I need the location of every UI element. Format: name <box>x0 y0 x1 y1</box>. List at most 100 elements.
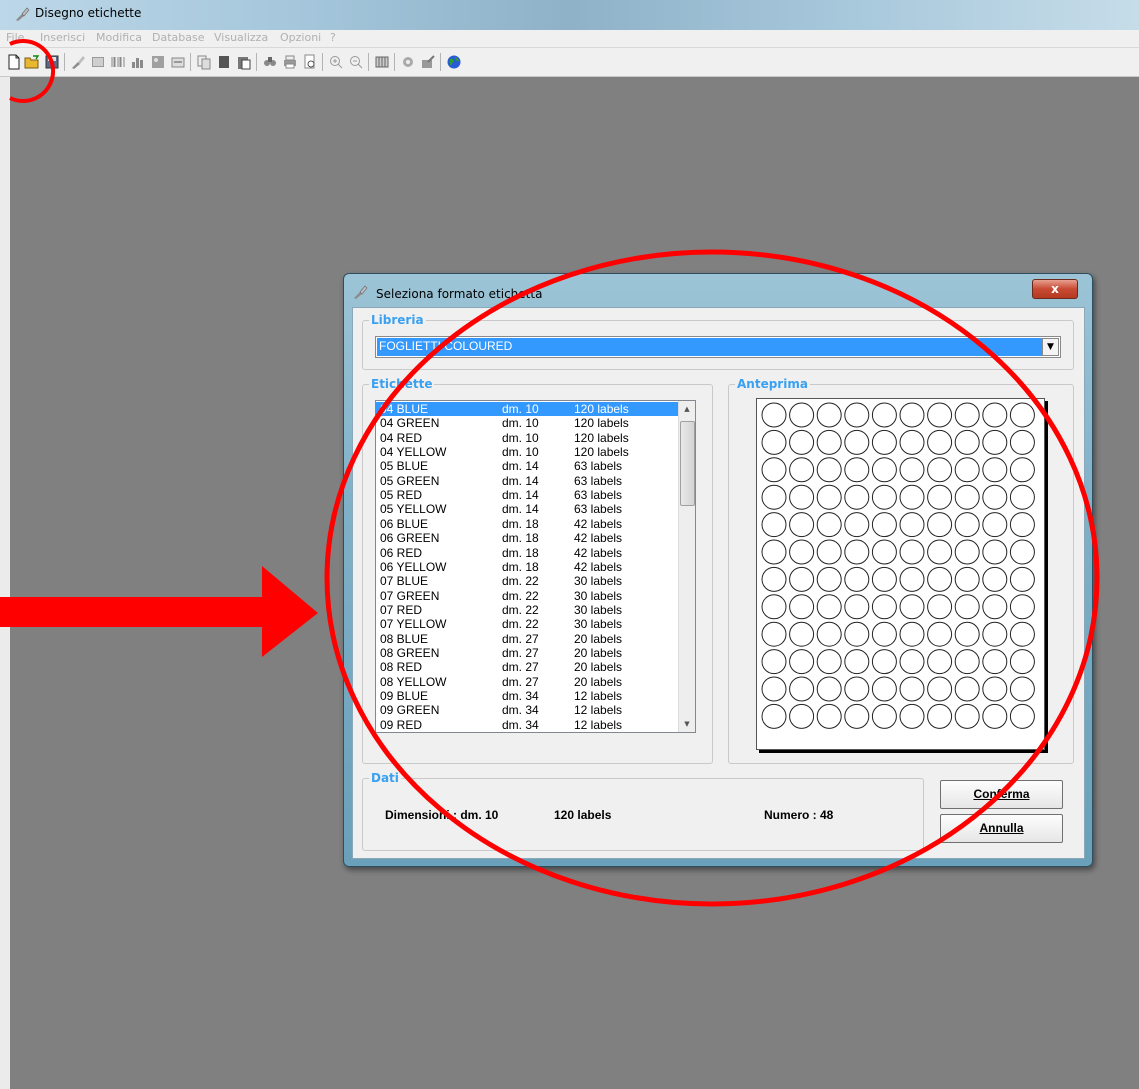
label-circle <box>899 512 925 538</box>
list-item[interactable]: 07 BLUE dm. 22 30 labels <box>376 574 679 588</box>
label-circle <box>982 621 1008 647</box>
copy-icon[interactable] <box>196 54 212 70</box>
zoom-in-icon[interactable] <box>328 54 344 70</box>
picture-icon[interactable] <box>150 54 166 70</box>
scroll-thumb[interactable] <box>680 421 695 506</box>
label-circle <box>927 484 953 510</box>
label-circle <box>816 539 842 565</box>
label-circle <box>1009 594 1035 620</box>
close-button[interactable]: x <box>1032 279 1078 299</box>
zoom-out-icon[interactable] <box>348 54 364 70</box>
print-preview-icon[interactable] <box>302 54 318 70</box>
list-item[interactable]: 06 GREEN dm. 18 42 labels <box>376 531 679 545</box>
label-circle <box>844 457 870 483</box>
save-icon[interactable] <box>44 54 60 70</box>
label-name: 04 GREEN <box>380 416 440 431</box>
label-name: 09 BLUE <box>380 689 429 703</box>
list-item[interactable]: 04 GREEN dm. 10 120 labels <box>376 416 679 430</box>
list-item[interactable]: 04 RED dm. 10 120 labels <box>376 431 679 445</box>
settings-icon[interactable] <box>420 54 436 70</box>
label-circle <box>954 621 980 647</box>
label-dimension: dm. 14 <box>502 502 539 517</box>
find-icon[interactable] <box>262 54 278 70</box>
cancel-button[interactable]: Annulla <box>940 814 1063 843</box>
label-circle <box>844 649 870 675</box>
list-scrollbar[interactable]: ▲ ▼ <box>678 401 695 732</box>
menu-inserisci[interactable]: Inserisci <box>40 31 85 44</box>
label-circle <box>1009 484 1035 510</box>
paste-icon[interactable] <box>236 54 252 70</box>
list-item[interactable]: 06 BLUE dm. 18 42 labels <box>376 517 679 531</box>
label-circle <box>761 594 787 620</box>
label-circle <box>954 566 980 592</box>
list-item[interactable]: 06 YELLOW dm. 18 42 labels <box>376 560 679 574</box>
list-item[interactable]: 08 GREEN dm. 27 20 labels <box>376 646 679 660</box>
list-item[interactable]: 07 RED dm. 22 30 labels <box>376 603 679 617</box>
cut-icon[interactable] <box>216 54 232 70</box>
label-dimension: dm. 22 <box>502 588 539 603</box>
open-folder-icon[interactable] <box>24 54 40 70</box>
label-dimension: dm. 34 <box>502 717 539 732</box>
list-item[interactable]: 05 YELLOW dm. 14 63 labels <box>376 502 679 516</box>
new-document-icon[interactable] <box>6 54 22 70</box>
labels-list[interactable]: 04 BLUE dm. 10 120 labels 04 GREEN dm. 10 120… <box>375 400 696 733</box>
label-circle <box>899 402 925 428</box>
list-item[interactable]: 08 RED dm. 27 20 labels <box>376 660 679 674</box>
menu-modifica[interactable]: Modifica <box>96 31 142 44</box>
list-item[interactable]: 05 BLUE dm. 14 63 labels <box>376 459 679 473</box>
scroll-up-icon[interactable]: ▲ <box>679 401 695 417</box>
label-circle <box>1009 512 1035 538</box>
label-name: 08 GREEN <box>380 645 440 660</box>
list-item[interactable]: 05 GREEN dm. 14 63 labels <box>376 474 679 488</box>
list-item[interactable]: 07 YELLOW dm. 22 30 labels <box>376 617 679 631</box>
menu-database[interactable]: Database <box>152 31 205 44</box>
list-item[interactable]: 08 YELLOW dm. 27 20 labels <box>376 675 679 689</box>
label-circle <box>789 703 815 729</box>
label-circle <box>954 484 980 510</box>
form-icon[interactable] <box>170 54 186 70</box>
chart-icon[interactable] <box>130 54 146 70</box>
grid-icon[interactable] <box>374 54 390 70</box>
tools-icon[interactable] <box>400 54 416 70</box>
list-item[interactable]: 04 YELLOW dm. 10 120 labels <box>376 445 679 459</box>
label-circle <box>954 539 980 565</box>
label-circle <box>899 649 925 675</box>
library-select[interactable]: FOGLIETTI COLOURED ▼ <box>375 336 1061 358</box>
label-dimension: dm. 34 <box>502 689 539 703</box>
label-circle <box>899 457 925 483</box>
label-circle <box>871 621 897 647</box>
chevron-down-icon[interactable]: ▼ <box>1042 338 1059 356</box>
globe-icon[interactable] <box>446 54 462 70</box>
image-icon[interactable] <box>90 54 106 70</box>
confirm-button[interactable]: Conferma <box>940 780 1063 809</box>
label-circle <box>871 594 897 620</box>
label-circle <box>789 429 815 455</box>
list-item[interactable]: 05 RED dm. 14 63 labels <box>376 488 679 502</box>
dialog-client-area: Libreria FOGLIETTI COLOURED ▼ Etichette … <box>352 307 1085 859</box>
scroll-down-icon[interactable]: ▼ <box>679 716 695 732</box>
list-item[interactable]: 04 BLUE dm. 10 120 labels <box>376 402 679 416</box>
print-icon[interactable] <box>282 54 298 70</box>
label-circle <box>761 429 787 455</box>
label-circle <box>1009 703 1035 729</box>
label-name: 05 BLUE <box>380 459 429 474</box>
list-item[interactable]: 09 RED dm. 34 12 labels <box>376 718 679 732</box>
barcode-icon[interactable] <box>110 54 126 70</box>
list-item[interactable]: 08 BLUE dm. 27 20 labels <box>376 632 679 646</box>
list-item[interactable]: 06 RED dm. 18 42 labels <box>376 546 679 560</box>
label-circle <box>899 594 925 620</box>
menu-help[interactable]: ? <box>330 31 336 44</box>
label-design-icon[interactable] <box>70 54 86 70</box>
list-item[interactable]: 09 GREEN dm. 34 12 labels <box>376 703 679 717</box>
label-circle <box>761 512 787 538</box>
label-circle <box>954 512 980 538</box>
list-item[interactable]: 07 GREEN dm. 22 30 labels <box>376 589 679 603</box>
label-circle <box>761 539 787 565</box>
menu-opzioni[interactable]: Opzioni <box>280 31 321 44</box>
menu-file[interactable]: File <box>6 31 24 44</box>
label-circle <box>954 402 980 428</box>
label-circle <box>927 649 953 675</box>
label-count: 12 labels <box>574 717 623 732</box>
list-item[interactable]: 09 BLUE dm. 34 12 labels <box>376 689 679 703</box>
menu-visualizza[interactable]: Visualizza <box>214 31 268 44</box>
